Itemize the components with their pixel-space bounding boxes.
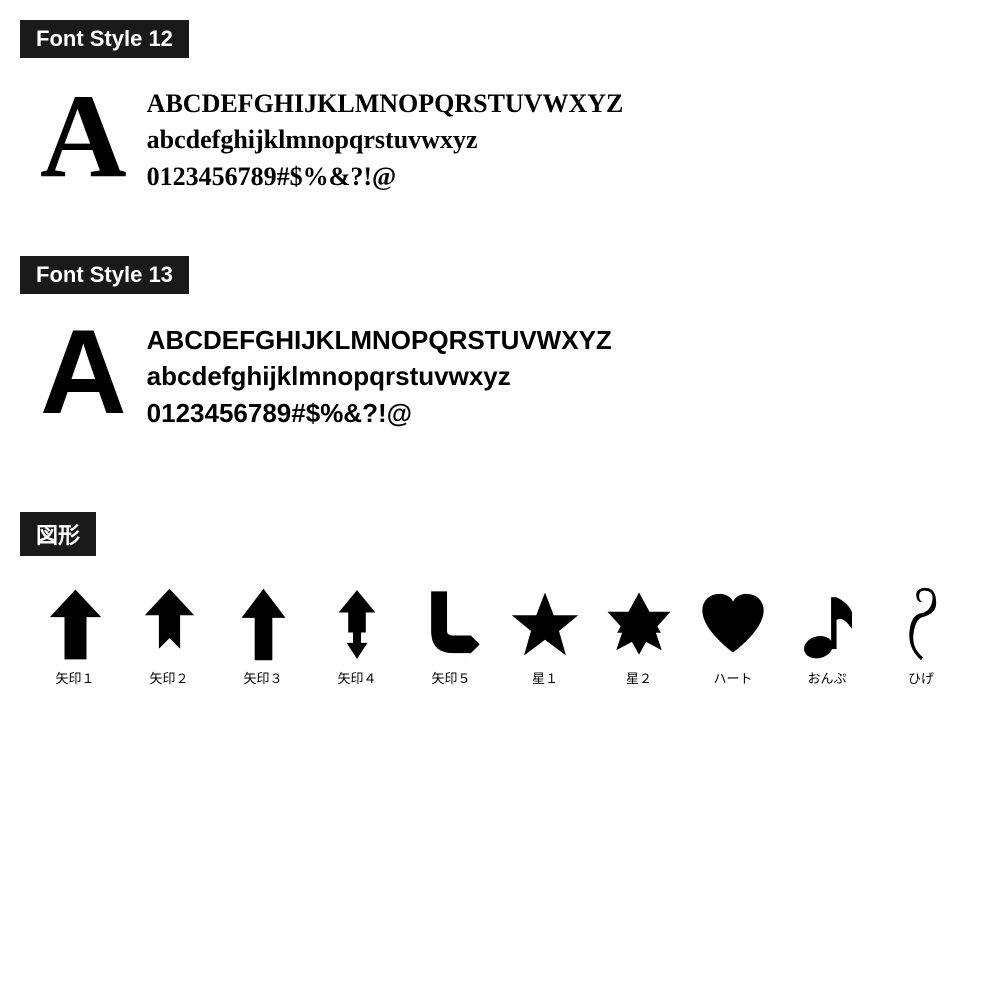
shape-item-hoshi1: 星１ (500, 584, 590, 687)
yazirushi4-icon (322, 584, 392, 664)
yazirushi2-icon (134, 584, 204, 664)
hoshi2-icon (604, 584, 674, 664)
onpu-icon (792, 584, 862, 664)
font-style-12-label: Font Style 12 (20, 20, 189, 58)
heart-label: ハート (713, 668, 752, 687)
font-style-13-chars: ABCDEFGHIJKLMNOPQRSTUVWXYZ abcdefghijklm… (147, 312, 612, 431)
yazirushi1-label: 矢印１ (55, 668, 94, 687)
font-style-12-chars: ABCDEFGHIJKLMNOPQRSTUVWXYZ abcdefghijklm… (147, 76, 624, 195)
yazirushi3-icon (228, 584, 298, 664)
font-style-13-big-letter: A (40, 312, 127, 432)
heart-icon (698, 584, 768, 664)
shape-item-onpu: おんぷ (782, 584, 872, 687)
hoshi2-label: 星２ (626, 668, 652, 687)
shape-item-yazirushi1: 矢印１ (30, 584, 120, 687)
font-style-13-demo: A ABCDEFGHIJKLMNOPQRSTUVWXYZ abcdefghijk… (20, 312, 980, 432)
yazirushi3-label: 矢印３ (243, 668, 282, 687)
shape-item-heart: ハート (688, 584, 778, 687)
yazirushi5-icon (416, 584, 486, 664)
font-style-13-line1: ABCDEFGHIJKLMNOPQRSTUVWXYZ (147, 322, 612, 358)
font-style-13-section: Font Style 13 A ABCDEFGHIJKLMNOPQRSTUVWX… (20, 256, 980, 432)
shape-item-hoshi2: 星２ (594, 584, 684, 687)
shape-item-yazirushi3: 矢印３ (218, 584, 308, 687)
shape-item-yazirushi4: 矢印４ (312, 584, 402, 687)
yazirushi4-label: 矢印４ (337, 668, 376, 687)
shape-item-yazirushi2: 矢印２ (124, 584, 214, 687)
font-style-12-demo: A ABCDEFGHIJKLMNOPQRSTUVWXYZ abcdefghijk… (20, 76, 980, 196)
shape-item-hige: ひげ (876, 584, 966, 687)
shapes-grid: 矢印１ 矢印２ 矢印３ (20, 584, 980, 687)
onpu-label: おんぷ (807, 668, 846, 687)
font-style-13-line2: abcdefghijklmnopqrstuvwxyz (147, 358, 612, 394)
font-style-12-line3: 0123456789#$%&?!@ (147, 159, 624, 195)
hoshi1-label: 星１ (532, 668, 558, 687)
font-style-13-label: Font Style 13 (20, 256, 189, 294)
hige-label: ひげ (908, 668, 934, 687)
font-style-12-big-letter: A (40, 76, 127, 196)
hoshi1-icon (510, 584, 580, 664)
shapes-section: 図形 矢印１ 矢印２ (20, 512, 980, 687)
yazirushi2-label: 矢印２ (149, 668, 188, 687)
shape-item-yazirushi5: 矢印５ (406, 584, 496, 687)
hige-icon (886, 584, 956, 664)
font-style-12-line1: ABCDEFGHIJKLMNOPQRSTUVWXYZ (147, 86, 624, 122)
font-style-13-line3: 0123456789#$%&?!@ (147, 395, 612, 431)
yazirushi1-icon (40, 584, 110, 664)
font-style-12-line2: abcdefghijklmnopqrstuvwxyz (147, 122, 624, 158)
shapes-label: 図形 (20, 512, 96, 556)
yazirushi5-label: 矢印５ (431, 668, 470, 687)
font-style-12-section: Font Style 12 A ABCDEFGHIJKLMNOPQRSTUVWX… (20, 20, 980, 196)
